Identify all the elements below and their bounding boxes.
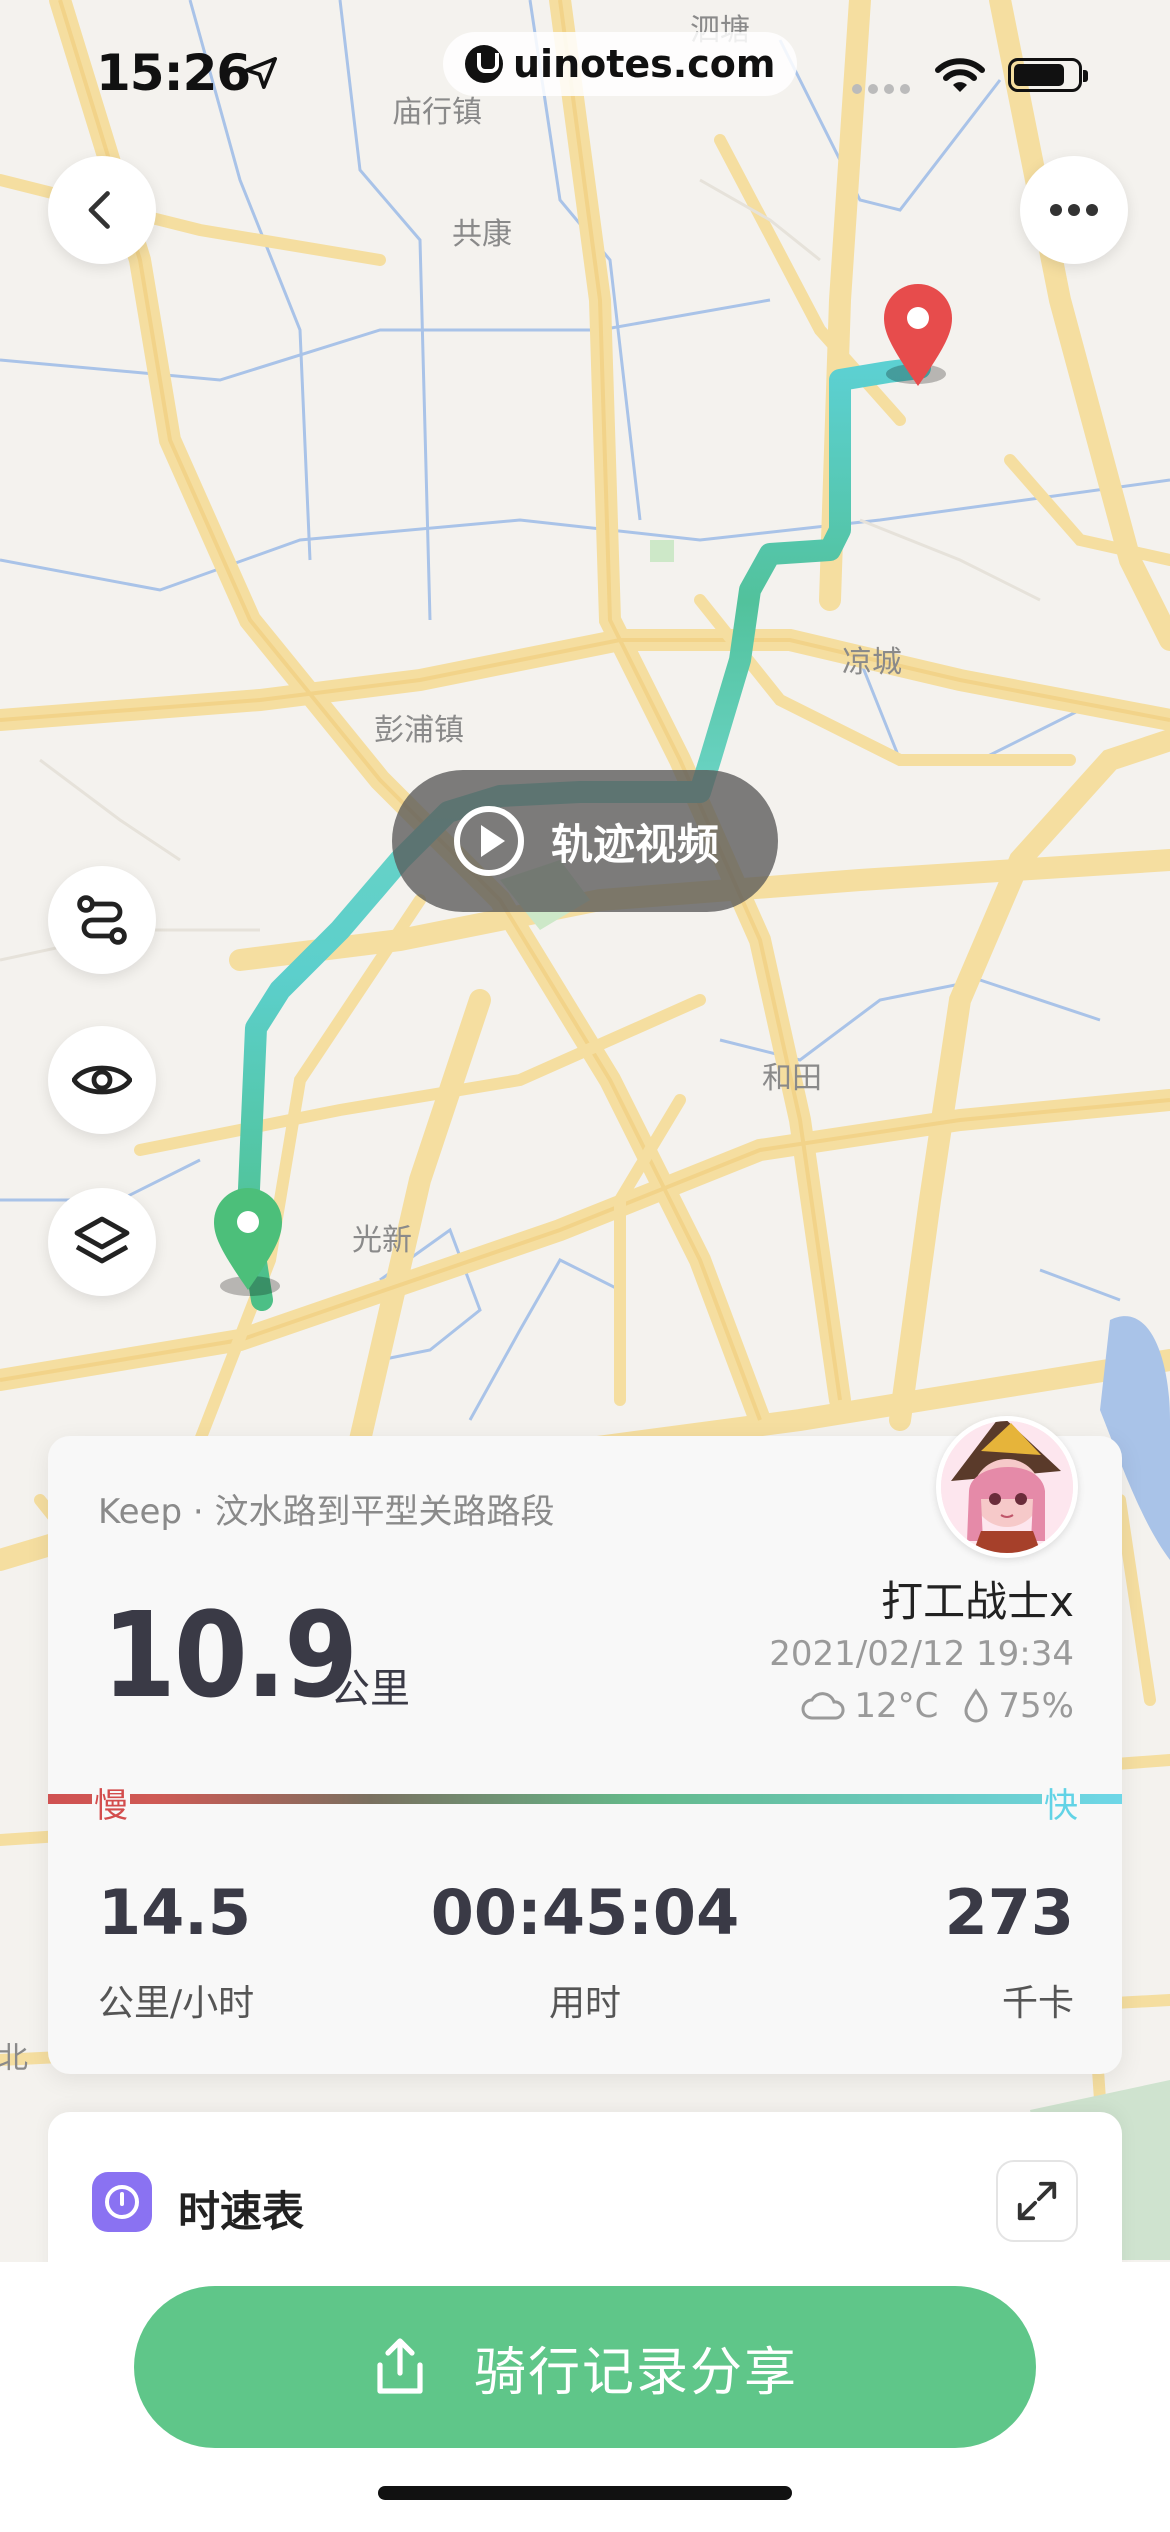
distance-unit: 公里 (330, 1666, 410, 1712)
share-ride-button[interactable]: 骑行记录分享 (134, 2286, 1036, 2448)
humidity-drop-icon (964, 1688, 988, 1723)
home-indicator[interactable] (378, 2486, 792, 2500)
track-video-label: 轨迹视频 (550, 819, 719, 869)
ride-datetime: 2021/02/12 19:34 (769, 1634, 1074, 1674)
location-arrow-icon (244, 56, 278, 90)
speedometer-icon (92, 2172, 152, 2232)
end-pin (884, 284, 952, 386)
cellular-signal-icon (852, 84, 910, 94)
avatar[interactable] (936, 1416, 1078, 1558)
map-label-hetian: 和田 (762, 1061, 822, 1096)
battery-icon (1008, 58, 1088, 92)
duration-label: 用时 (548, 1983, 621, 2024)
share-ride-label: 骑行记录分享 (473, 2342, 798, 2403)
wifi-icon (935, 58, 985, 92)
play-icon (453, 806, 524, 876)
distance-value: 10.9 (102, 1586, 358, 1724)
map-label-pengpu: 彭浦镇 (374, 713, 464, 748)
back-button[interactable] (48, 156, 156, 264)
track-video-button[interactable]: 轨迹视频 (392, 770, 778, 912)
speed-fast-label: 快 (1042, 1778, 1080, 1827)
more-horizontal-icon (1050, 204, 1098, 216)
visibility-toggle-button[interactable] (48, 1026, 156, 1134)
route-toggle-button[interactable] (48, 866, 156, 974)
cloud-icon (801, 1692, 845, 1720)
map-layers-button[interactable] (48, 1188, 156, 1296)
username: 打工战士x (881, 1577, 1074, 1626)
temperature: 12°C (854, 1686, 939, 1726)
more-button[interactable] (1020, 156, 1128, 264)
watermark-text: uinotes.com (513, 42, 776, 86)
status-bar: 15:26 uinotes.com (0, 0, 1170, 150)
map-label-bei: 北 (0, 2041, 28, 2076)
share-icon (377, 2338, 423, 2394)
speed-gradient-bar (48, 1794, 1122, 1804)
watermark-logo-icon (465, 45, 503, 83)
layers-icon (74, 1216, 130, 1264)
calories-label: 千卡 (1001, 1983, 1074, 2024)
map-label-guangxin: 光新 (352, 1223, 412, 1258)
ride-summary-card: Keep · 汶水路到平型关路路段 10.9 公里 打工战士x 2021/02/… (48, 1416, 1122, 2074)
expand-button[interactable] (996, 2160, 1078, 2242)
speed-slow-label: 慢 (92, 1778, 130, 1827)
weather-info: 12°C 75% (800, 1686, 1074, 1726)
avatar-image (941, 1421, 1073, 1553)
route-icon (77, 895, 127, 945)
status-time: 15:26 (96, 44, 251, 102)
eye-icon (72, 1065, 132, 1095)
calories-value: 273 (944, 1876, 1074, 1949)
route-title: Keep · 汶水路到平型关路路段 (98, 1492, 555, 1532)
humidity: 75% (998, 1686, 1074, 1726)
speedometer-title: 时速表 (178, 2187, 305, 2236)
map-label-gongkang: 共康 (452, 217, 512, 252)
map-label-liangcheng: 凉城 (842, 645, 902, 680)
expand-icon (1017, 2181, 1057, 2221)
chevron-left-icon (88, 191, 110, 229)
bottom-bar: 骑行记录分享 (0, 2262, 1170, 2532)
watermark: uinotes.com (443, 32, 798, 96)
